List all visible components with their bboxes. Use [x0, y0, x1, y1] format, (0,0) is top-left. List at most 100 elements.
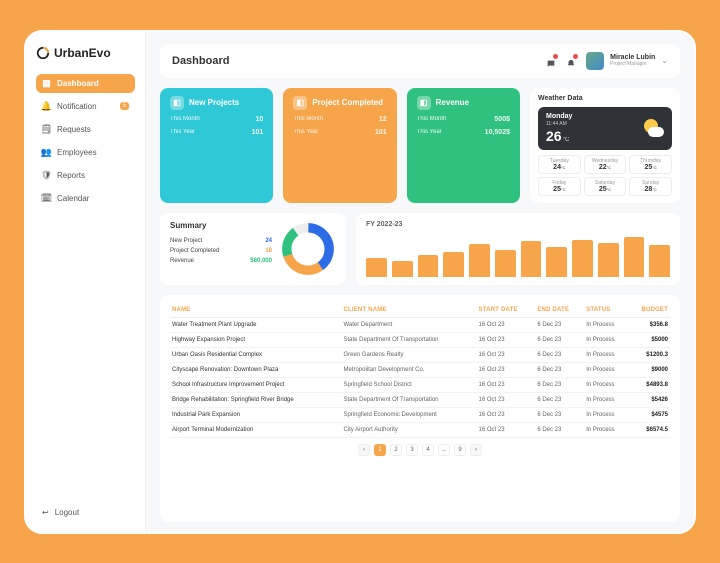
sidebar-item-label: Employees	[57, 148, 97, 157]
page-button[interactable]: ...	[438, 444, 450, 456]
notification-dot	[553, 54, 558, 59]
sidebar-item-notification[interactable]: 🔔 Notification 5	[36, 97, 135, 116]
stat-title: New Projects	[189, 98, 239, 107]
app-window: UrbanEvo ▦ Dashboard 🔔 Notification 5 🗒Reques…	[24, 30, 696, 534]
brand-logo-icon	[36, 46, 50, 60]
summary-left: Summary New Project24Project Completed18…	[170, 221, 272, 277]
table-row[interactable]: Airport Terminal ModernizationCity Airpo…	[170, 422, 670, 437]
table-header[interactable]: Name	[170, 303, 341, 318]
calendar-icon: 🗓	[42, 194, 51, 203]
weather-time: 11:44 AM	[546, 121, 572, 127]
avatar	[586, 52, 604, 70]
stat-card-cyan: ◧New Projects This Month10 This Year101	[160, 88, 273, 203]
sidebar-item-label: Reports	[57, 171, 85, 180]
brand: UrbanEvo	[36, 46, 135, 60]
page-button[interactable]: ›	[470, 444, 482, 456]
sidebar-item-employees[interactable]: 👥 Employees	[36, 143, 135, 162]
table-row[interactable]: School Infrastructure Improvement Projec…	[170, 377, 670, 392]
bar-chart-card: FY 2022-23	[356, 213, 680, 285]
bell-icon	[566, 59, 576, 69]
notification-dot	[573, 54, 578, 59]
stat-icon: ◧	[293, 96, 307, 110]
topbar-right: Miracle Lubin Project Manager ⌄	[546, 52, 668, 70]
sidebar-item-reports[interactable]: 🛡Reports	[36, 166, 135, 185]
table-header[interactable]: Start Date	[477, 303, 536, 318]
bar-chart	[366, 232, 670, 277]
sidebar-item-label: Notification	[57, 102, 97, 111]
topbar: Dashboard Miracle Lubin Project Manager	[160, 44, 680, 78]
chart-bar	[521, 241, 542, 276]
weather-today-left: Monday 11:44 AM 26°C	[546, 113, 572, 144]
weather-temp: 26°C	[546, 128, 572, 144]
message-icon	[546, 59, 556, 69]
chart-bar	[366, 258, 387, 277]
table-row[interactable]: Urban Oasis Residential ComplexGreen Gar…	[170, 347, 670, 362]
table-row[interactable]: Water Treatment Plant UpgradeWater Depar…	[170, 317, 670, 332]
page-title: Dashboard	[172, 55, 229, 67]
forecast-cell: Saturday25°C	[584, 177, 627, 196]
page-button[interactable]: 4	[422, 444, 434, 456]
page-button[interactable]: ‹	[358, 444, 370, 456]
chart-bar	[572, 240, 593, 277]
chart-bar	[418, 255, 439, 277]
forecast-cell: Sunday28°C	[629, 177, 672, 196]
table-row[interactable]: Highway Expansion ProjectState Departmen…	[170, 332, 670, 347]
users-icon: 👥	[42, 148, 51, 157]
logout-button[interactable]: ↩ Logout	[36, 503, 135, 522]
user-role: Project Manager	[610, 62, 655, 68]
page-button[interactable]: 9	[454, 444, 466, 456]
page-button[interactable]: 3	[406, 444, 418, 456]
user-meta: Miracle Lubin Project Manager	[610, 54, 655, 67]
weather-day: Monday	[546, 113, 572, 120]
chart-bar	[469, 244, 490, 276]
logout-icon: ↩	[42, 508, 49, 517]
table-header[interactable]: Client Name	[341, 303, 476, 318]
stat-icon: ◧	[170, 96, 184, 110]
stat-card-orange: ◧Project Completed This Month12 This Yea…	[283, 88, 396, 203]
sidebar-item-dashboard[interactable]: ▦ Dashboard	[36, 74, 135, 93]
weather-forecast-grid: Tuesday24°CWednesday22°CThursday25°CFrid…	[538, 155, 672, 196]
summary-row: Summary New Project24Project Completed18…	[160, 213, 680, 285]
table-row[interactable]: Industrial Park ExpansionSpringfield Eco…	[170, 407, 670, 422]
clipboard-icon: 🗒	[42, 125, 51, 134]
chart-bar	[598, 243, 619, 276]
stat-title: Revenue	[436, 98, 469, 107]
table-row[interactable]: Bridge Rehabilitation: Springfield River…	[170, 392, 670, 407]
chart-title: FY 2022-23	[366, 221, 670, 228]
weather-title: Weather Data	[538, 95, 672, 102]
chart-bar	[546, 247, 567, 277]
main: Dashboard Miracle Lubin Project Manager	[146, 32, 694, 532]
summary-row: New Project24	[170, 236, 272, 246]
message-button[interactable]	[546, 56, 556, 66]
chevron-down-icon: ⌄	[661, 56, 668, 65]
chart-bar	[495, 250, 516, 277]
nav-badge: 5	[120, 102, 129, 110]
bell-button[interactable]	[566, 56, 576, 66]
sidebar-item-requests[interactable]: 🗒Requests	[36, 120, 135, 139]
table-body: Water Treatment Plant UpgradeWater Depar…	[170, 317, 670, 437]
chart-bar	[624, 237, 645, 277]
page-button[interactable]: 2	[390, 444, 402, 456]
table-header[interactable]: End Date	[535, 303, 584, 318]
sidebar-item-label: Dashboard	[57, 79, 99, 88]
table-header[interactable]: Budget	[628, 303, 670, 318]
page-button[interactable]: 1	[374, 444, 386, 456]
sidebar-item-calendar[interactable]: 🗓 Calendar	[36, 189, 135, 208]
forecast-cell: Wednesday22°C	[584, 155, 627, 174]
brand-name: UrbanEvo	[54, 46, 111, 60]
forecast-cell: Thursday25°C	[629, 155, 672, 174]
user-menu[interactable]: Miracle Lubin Project Manager ⌄	[586, 52, 668, 70]
table-row[interactable]: Cityscape Renovation: Downtown PlazaMetr…	[170, 362, 670, 377]
table-header[interactable]: Status	[584, 303, 628, 318]
weather-card: Weather Data Monday 11:44 AM 26°C Tuesda…	[530, 88, 680, 203]
weather-sun-icon	[642, 117, 664, 139]
sidebar-item-label: Calendar	[57, 194, 89, 203]
table-header-row: NameClient NameStart DateEnd DateStatusB…	[170, 303, 670, 318]
donut-chart	[280, 221, 336, 277]
grid-icon: ▦	[42, 79, 51, 88]
pagination: ‹ 1234... 9 ›	[358, 444, 482, 456]
forecast-cell: Tuesday24°C	[538, 155, 581, 174]
stats-holder: ◧New Projects This Month10 This Year101◧…	[160, 88, 520, 203]
bell-icon: 🔔	[42, 102, 51, 111]
chart-bar	[649, 245, 670, 277]
